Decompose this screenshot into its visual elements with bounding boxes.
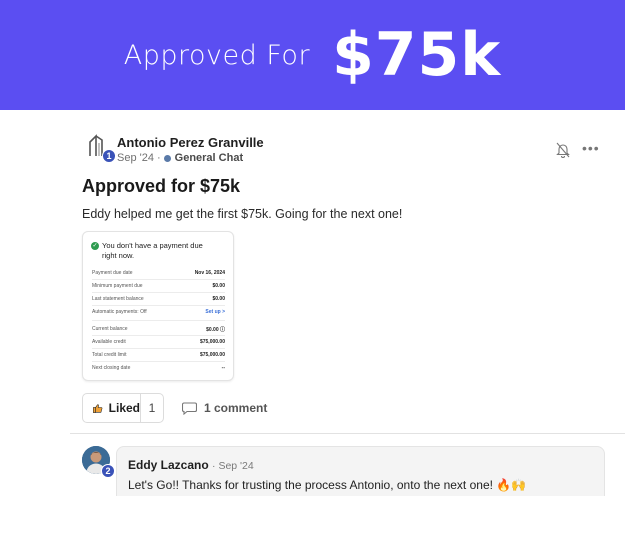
post: 1 Antonio Perez Granville Sep '24 · Gene…: [82, 130, 612, 423]
section-divider: [70, 433, 625, 434]
comments-button[interactable]: 1 comment: [182, 401, 267, 415]
card-row: Next closing date --: [92, 365, 225, 371]
card-divider: [92, 361, 225, 362]
meta-separator: ·: [156, 152, 161, 164]
card-row: Current balance $0.00 ⓘ: [92, 326, 225, 333]
crop-edge: [0, 496, 625, 538]
like-count[interactable]: 1: [141, 401, 163, 415]
comment-header: Eddy Lazcano · Sep '24: [128, 458, 254, 472]
comment-count-label: 1 comment: [204, 401, 268, 415]
card-row: Minimum payment due $0.00: [92, 283, 225, 289]
card-headline: ✓ You don't have a payment due right now…: [91, 241, 203, 260]
card-row: Available credit $75,000.00: [92, 339, 225, 345]
post-title: Approved for $75k: [82, 176, 241, 196]
post-body: Eddy helped me get the first $75k. Going…: [82, 207, 403, 221]
banner-prefix: Approved For: [123, 39, 311, 71]
like-label: Liked: [108, 401, 140, 415]
post-meta: Sep '24 · General Chat: [117, 152, 243, 164]
comment-date: · Sep '24: [212, 460, 254, 472]
comment-author[interactable]: Eddy Lazcano: [128, 458, 209, 472]
promo-banner: Approved For $75k: [0, 0, 625, 110]
bell-off-icon[interactable]: [556, 142, 570, 158]
banner-amount: $75k: [332, 20, 502, 90]
card-divider: [92, 305, 225, 306]
card-divider: [92, 335, 225, 336]
post-date: Sep '24: [117, 152, 154, 164]
card-row: Last statement balance $0.00: [92, 296, 225, 302]
card-divider: [92, 320, 225, 321]
card-row: Automatic payments: Off Set up >: [92, 309, 225, 315]
author-name[interactable]: Antonio Perez Granville: [117, 135, 264, 150]
post-header: 1 Antonio Perez Granville Sep '24 · Gene…: [82, 130, 612, 166]
attached-image[interactable]: ✓ You don't have a payment due right now…: [82, 231, 234, 381]
commenter-level-badge: 2: [101, 464, 115, 478]
comment-text: Let's Go!! Thanks for trusting the proce…: [128, 478, 527, 492]
card-divider: [92, 292, 225, 293]
card-row: Total credit limit $75,000.00: [92, 352, 225, 358]
post-actions: Liked 1 1 comment: [82, 393, 267, 423]
channel-link[interactable]: General Chat: [175, 152, 243, 164]
thumbs-up-icon: [93, 403, 103, 413]
check-circle-icon: ✓: [91, 242, 99, 250]
like-button[interactable]: Liked 1: [82, 393, 164, 423]
author-level-badge: 1: [102, 149, 116, 163]
card-divider: [92, 279, 225, 280]
card-row: Payment due date Nov 16, 2024: [92, 270, 225, 276]
comment-icon: [182, 401, 197, 415]
card-divider: [92, 348, 225, 349]
like-toggle[interactable]: Liked: [83, 394, 141, 422]
channel-icon: [163, 154, 171, 162]
more-horizontal-icon[interactable]: •••: [582, 140, 600, 156]
